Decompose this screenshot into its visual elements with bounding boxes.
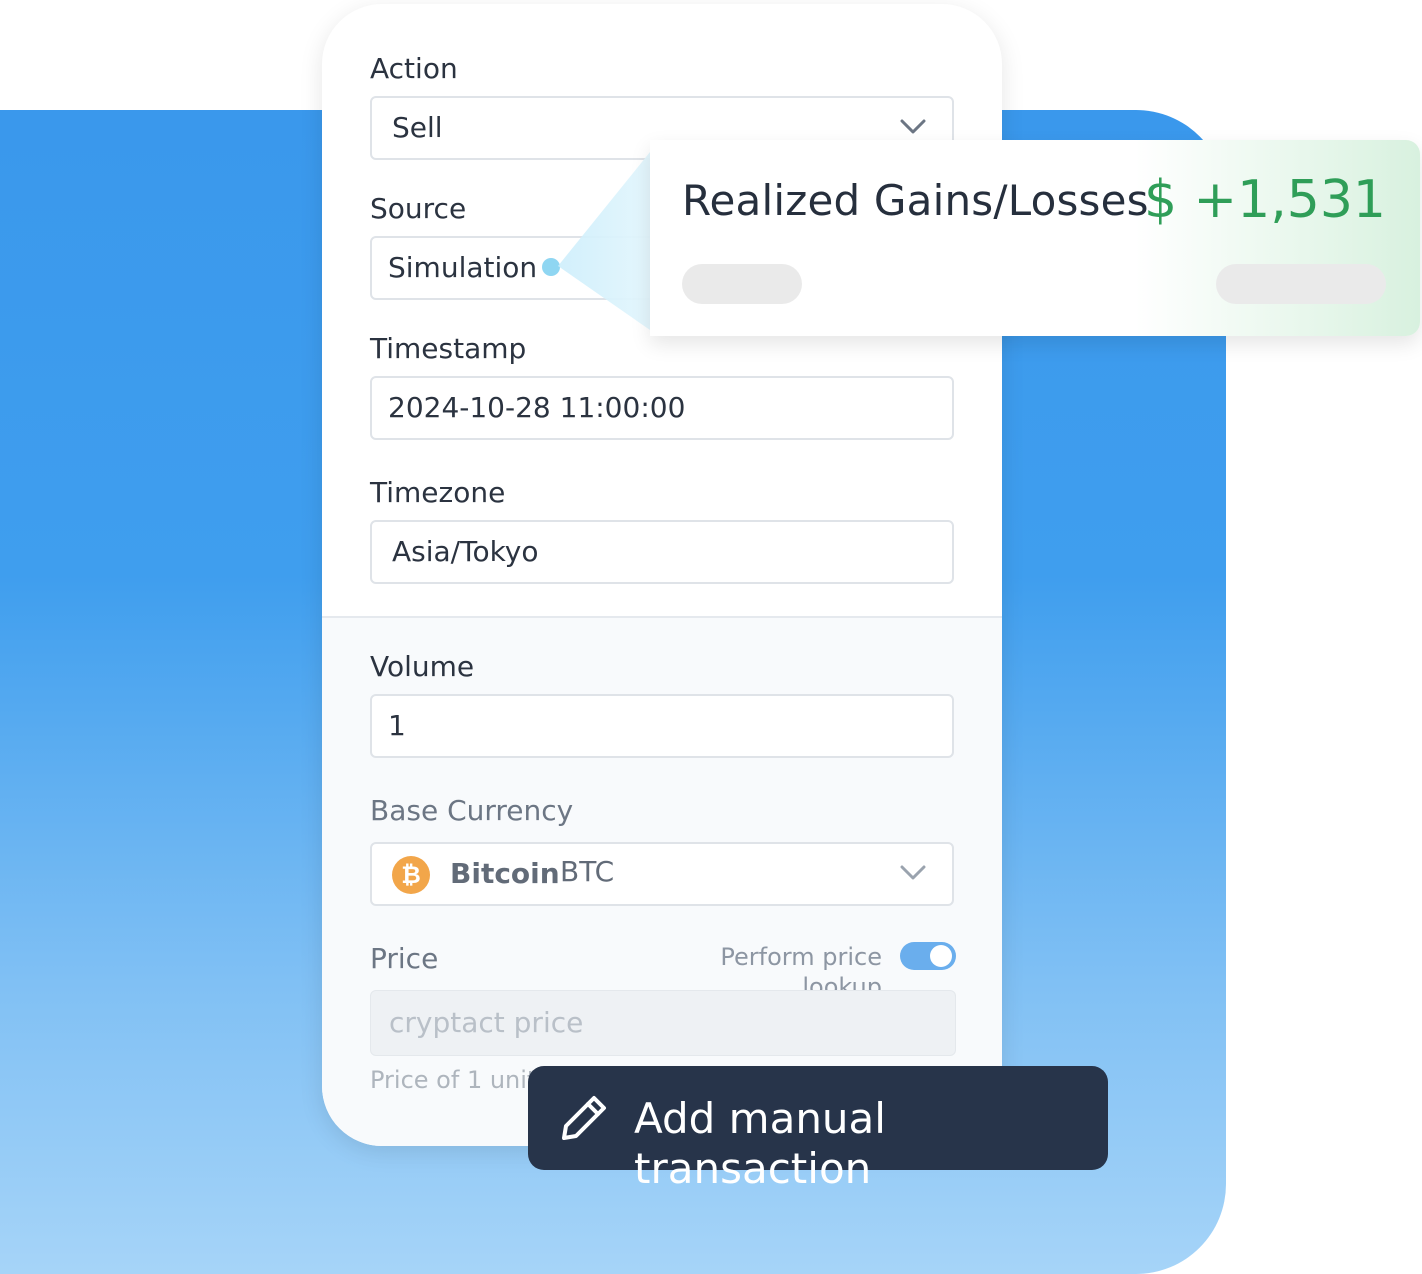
gains-title: Realized Gains/Losses [682, 176, 1149, 225]
gains-value: $ +1,531 [1143, 170, 1386, 230]
cta-label: Add manual transaction [634, 1094, 886, 1193]
pencil-icon [562, 1096, 606, 1140]
placeholder-pill [682, 264, 802, 304]
placeholder-pill [1216, 264, 1386, 304]
add-manual-transaction-button[interactable]: Add manual transaction [528, 1066, 1108, 1193]
realized-gains-card: Realized Gains/Losses $ +1,531 [650, 140, 1420, 336]
